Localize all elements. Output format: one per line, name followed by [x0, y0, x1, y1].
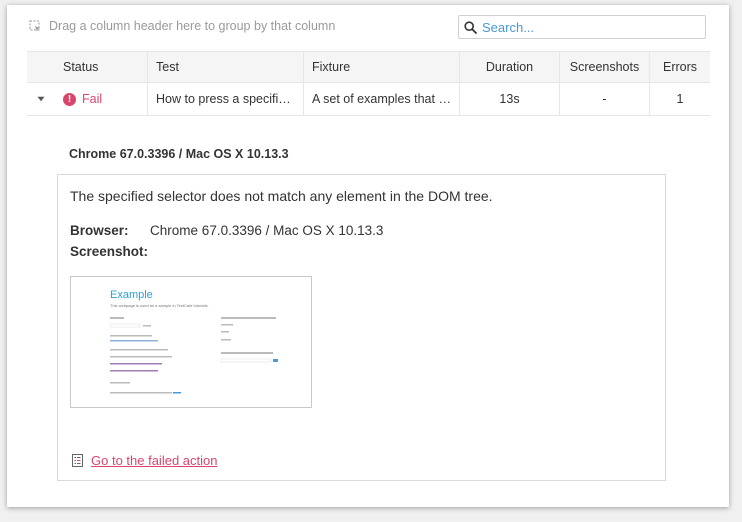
- test-results-panel: Drag a column header here to group by th…: [7, 5, 729, 507]
- screenshots-cell: -: [559, 83, 649, 115]
- error-message: The specified selector does not match an…: [70, 188, 493, 204]
- column-header-duration[interactable]: Duration: [459, 52, 559, 82]
- group-hint-text: Drag a column header here to group by th…: [49, 19, 336, 33]
- screenshot-subheading: This webpage is used as a sample in Test…: [110, 303, 209, 308]
- caret-down-icon: [37, 96, 45, 102]
- fixture-name: A set of examples that illustrate how to…: [312, 92, 451, 106]
- table-row[interactable]: ! Fail How to press a specified key (Ctr…: [27, 83, 710, 116]
- browser-value: Chrome 67.0.3396 / Mac OS X 10.13.3: [150, 223, 384, 238]
- collapse-row-button[interactable]: [27, 83, 55, 115]
- duration-cell: 13s: [459, 83, 559, 115]
- results-grid: Status Test Fixture Duration Screenshots…: [27, 51, 710, 116]
- status-badge: ! Fail: [63, 92, 102, 106]
- error-details-panel: The specified selector does not match an…: [57, 174, 666, 481]
- list-icon: [72, 454, 83, 467]
- test-name: How to press a specified key (Ctrl+X and…: [156, 92, 295, 106]
- search-box[interactable]: [458, 15, 706, 39]
- column-header-errors[interactable]: Errors: [649, 52, 710, 82]
- column-header-status[interactable]: Status: [55, 52, 147, 82]
- browser-info: Browser: Chrome 67.0.3396 / Mac OS X 10.…: [70, 223, 383, 238]
- screenshot-thumbnail[interactable]: Example This webpage is used as a sample…: [70, 276, 312, 408]
- error-icon: !: [63, 92, 76, 106]
- status-text: Fail: [82, 92, 103, 106]
- test-name-cell: How to press a specified key (Ctrl+X and…: [147, 83, 303, 115]
- column-header-screenshots[interactable]: Screenshots: [559, 52, 649, 82]
- screenshot-image: Example This webpage is used as a sample…: [71, 277, 311, 407]
- fixture-name-cell: A set of examples that illustrate how to…: [303, 83, 459, 115]
- column-header-test[interactable]: Test: [147, 52, 303, 82]
- screenshot-info: Screenshot:: [70, 244, 148, 259]
- browser-label: Browser:: [70, 223, 129, 238]
- browser-title: Chrome 67.0.3396 / Mac OS X 10.13.3: [69, 147, 289, 161]
- group-icon: [29, 20, 40, 32]
- grid-header-row: Status Test Fixture Duration Screenshots…: [27, 51, 710, 83]
- group-by-panel[interactable]: Drag a column header here to group by th…: [29, 17, 335, 35]
- errors-cell: 1: [649, 83, 710, 115]
- column-header-fixture[interactable]: Fixture: [303, 52, 459, 82]
- status-cell: ! Fail: [55, 83, 147, 115]
- expand-column-header: [27, 52, 55, 82]
- search-icon: [464, 20, 477, 34]
- screenshot-label: Screenshot:: [70, 244, 149, 259]
- search-input[interactable]: [482, 19, 692, 35]
- failed-action-link[interactable]: Go to the failed action: [91, 453, 217, 468]
- go-to-failed-action[interactable]: Go to the failed action: [72, 453, 217, 468]
- screenshot-heading: Example: [110, 289, 153, 301]
